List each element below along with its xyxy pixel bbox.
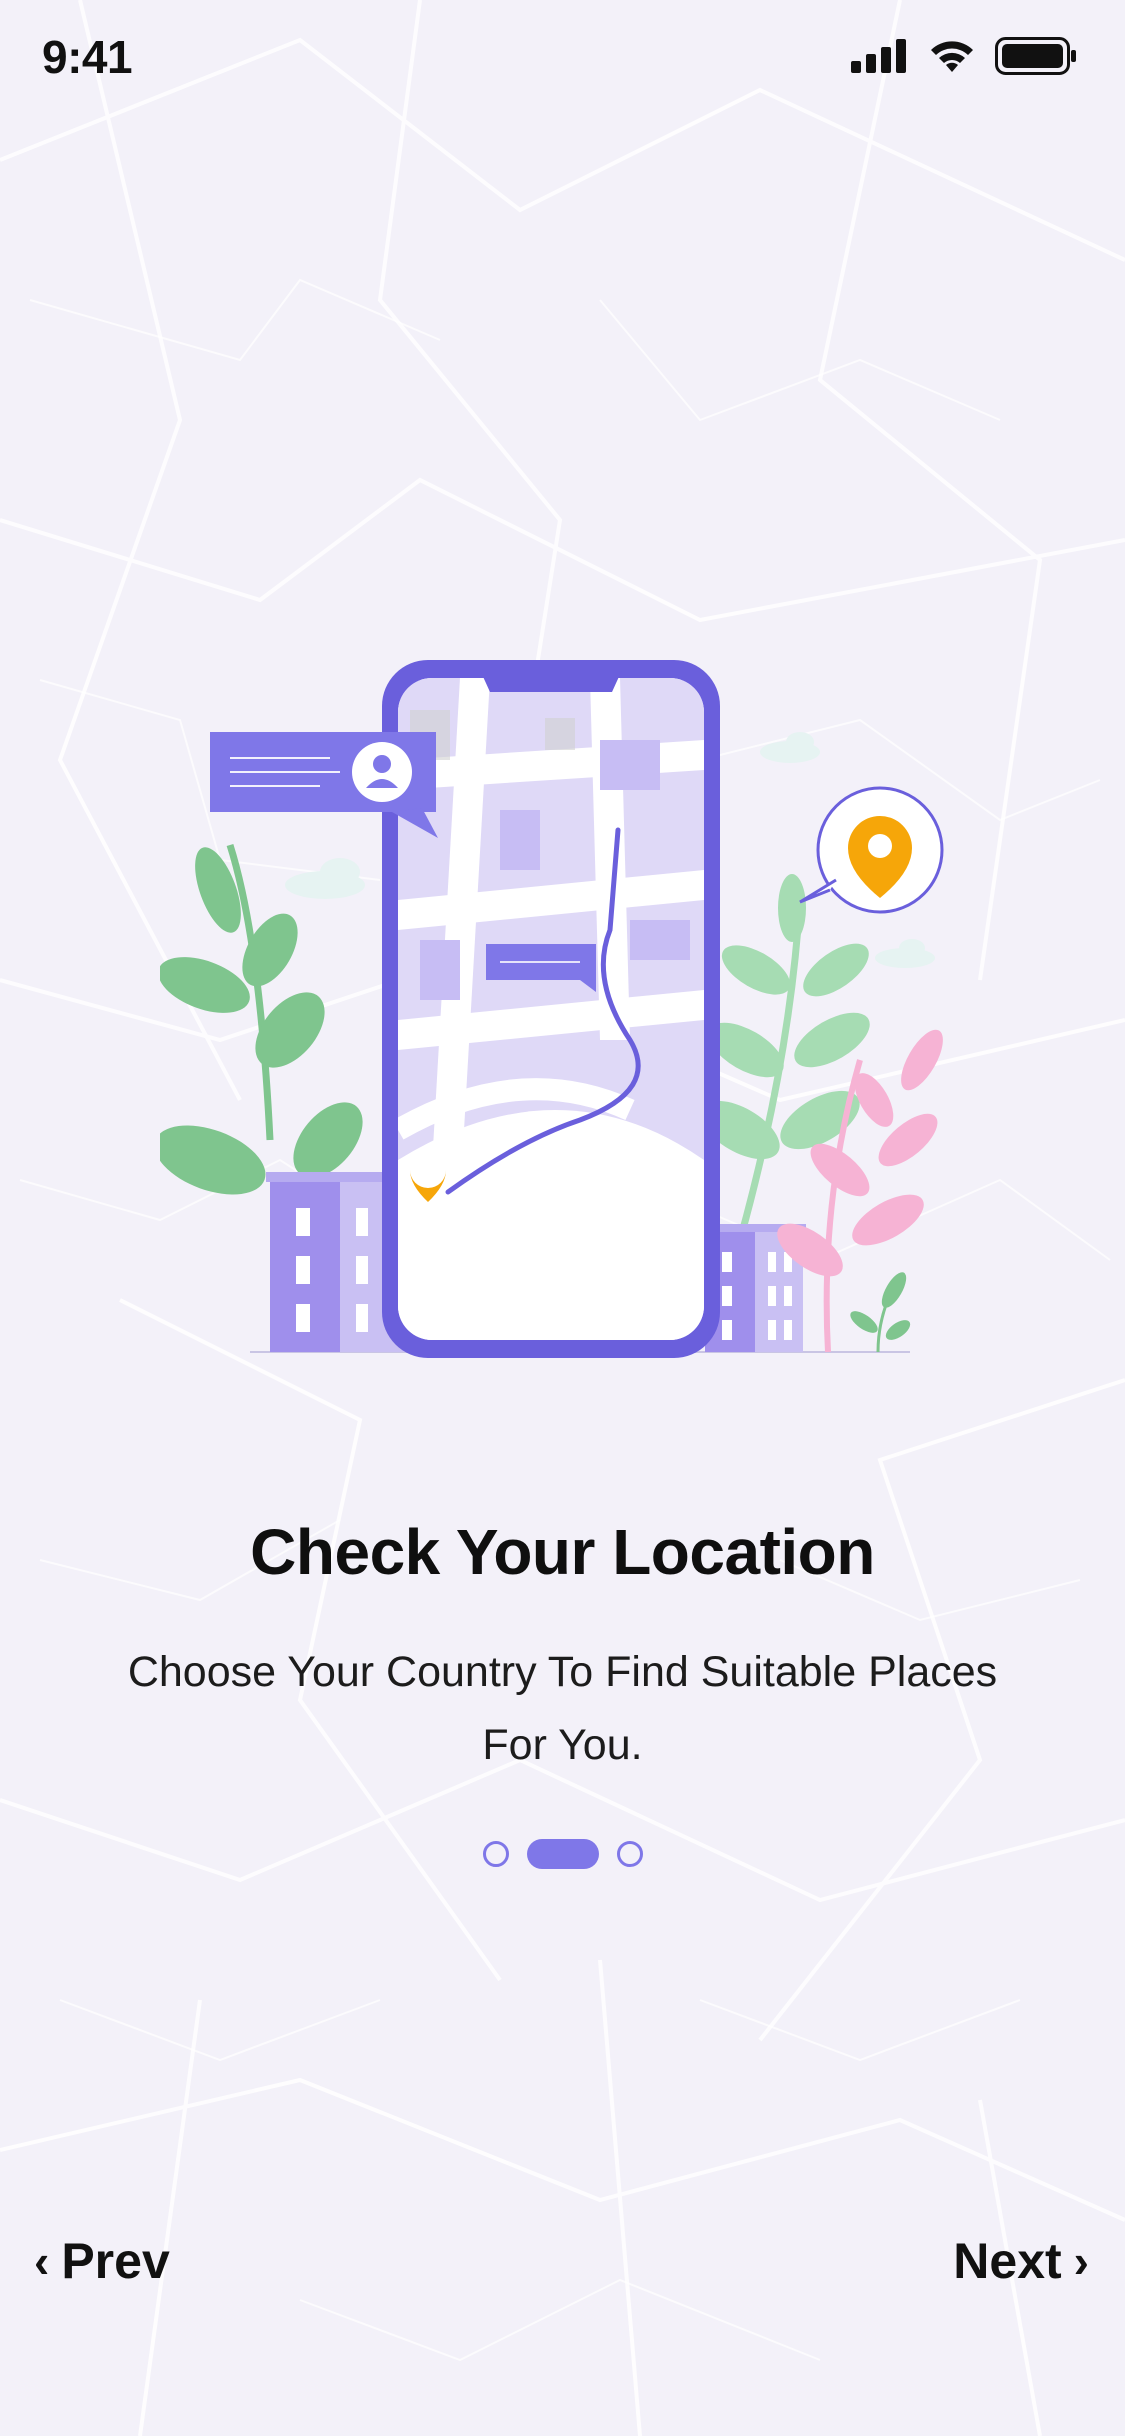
chevron-left-icon: ‹ bbox=[34, 2235, 50, 2287]
cellular-signal-icon bbox=[851, 39, 906, 73]
page-dot-3[interactable] bbox=[616, 1841, 643, 1867]
page-dot-2-active[interactable] bbox=[526, 1839, 599, 1869]
next-button[interactable]: Next › bbox=[953, 2228, 1089, 2294]
prev-button[interactable]: ‹ Prev bbox=[34, 2228, 170, 2294]
status-bar: 9:41 bbox=[0, 0, 1125, 120]
battery-icon bbox=[995, 37, 1076, 75]
status-icons bbox=[851, 36, 1077, 76]
user-icon bbox=[373, 755, 391, 773]
sprout bbox=[850, 1272, 911, 1353]
onboarding-title: Check Your Location bbox=[250, 1516, 875, 1588]
prev-label: Prev bbox=[61, 2233, 170, 2289]
chevron-right-icon: › bbox=[1073, 2235, 1089, 2287]
status-time: 9:41 bbox=[42, 31, 133, 83]
page-dot-1[interactable] bbox=[482, 1841, 509, 1867]
location-pin-callout bbox=[799, 786, 944, 914]
onboarding-subtitle: Choose Your Country To Find Suitable Pla… bbox=[127, 1648, 998, 1769]
location-illustration bbox=[160, 660, 944, 1358]
wifi-icon bbox=[931, 41, 973, 72]
page-indicator bbox=[0, 1838, 1125, 1870]
next-label: Next bbox=[953, 2233, 1062, 2289]
